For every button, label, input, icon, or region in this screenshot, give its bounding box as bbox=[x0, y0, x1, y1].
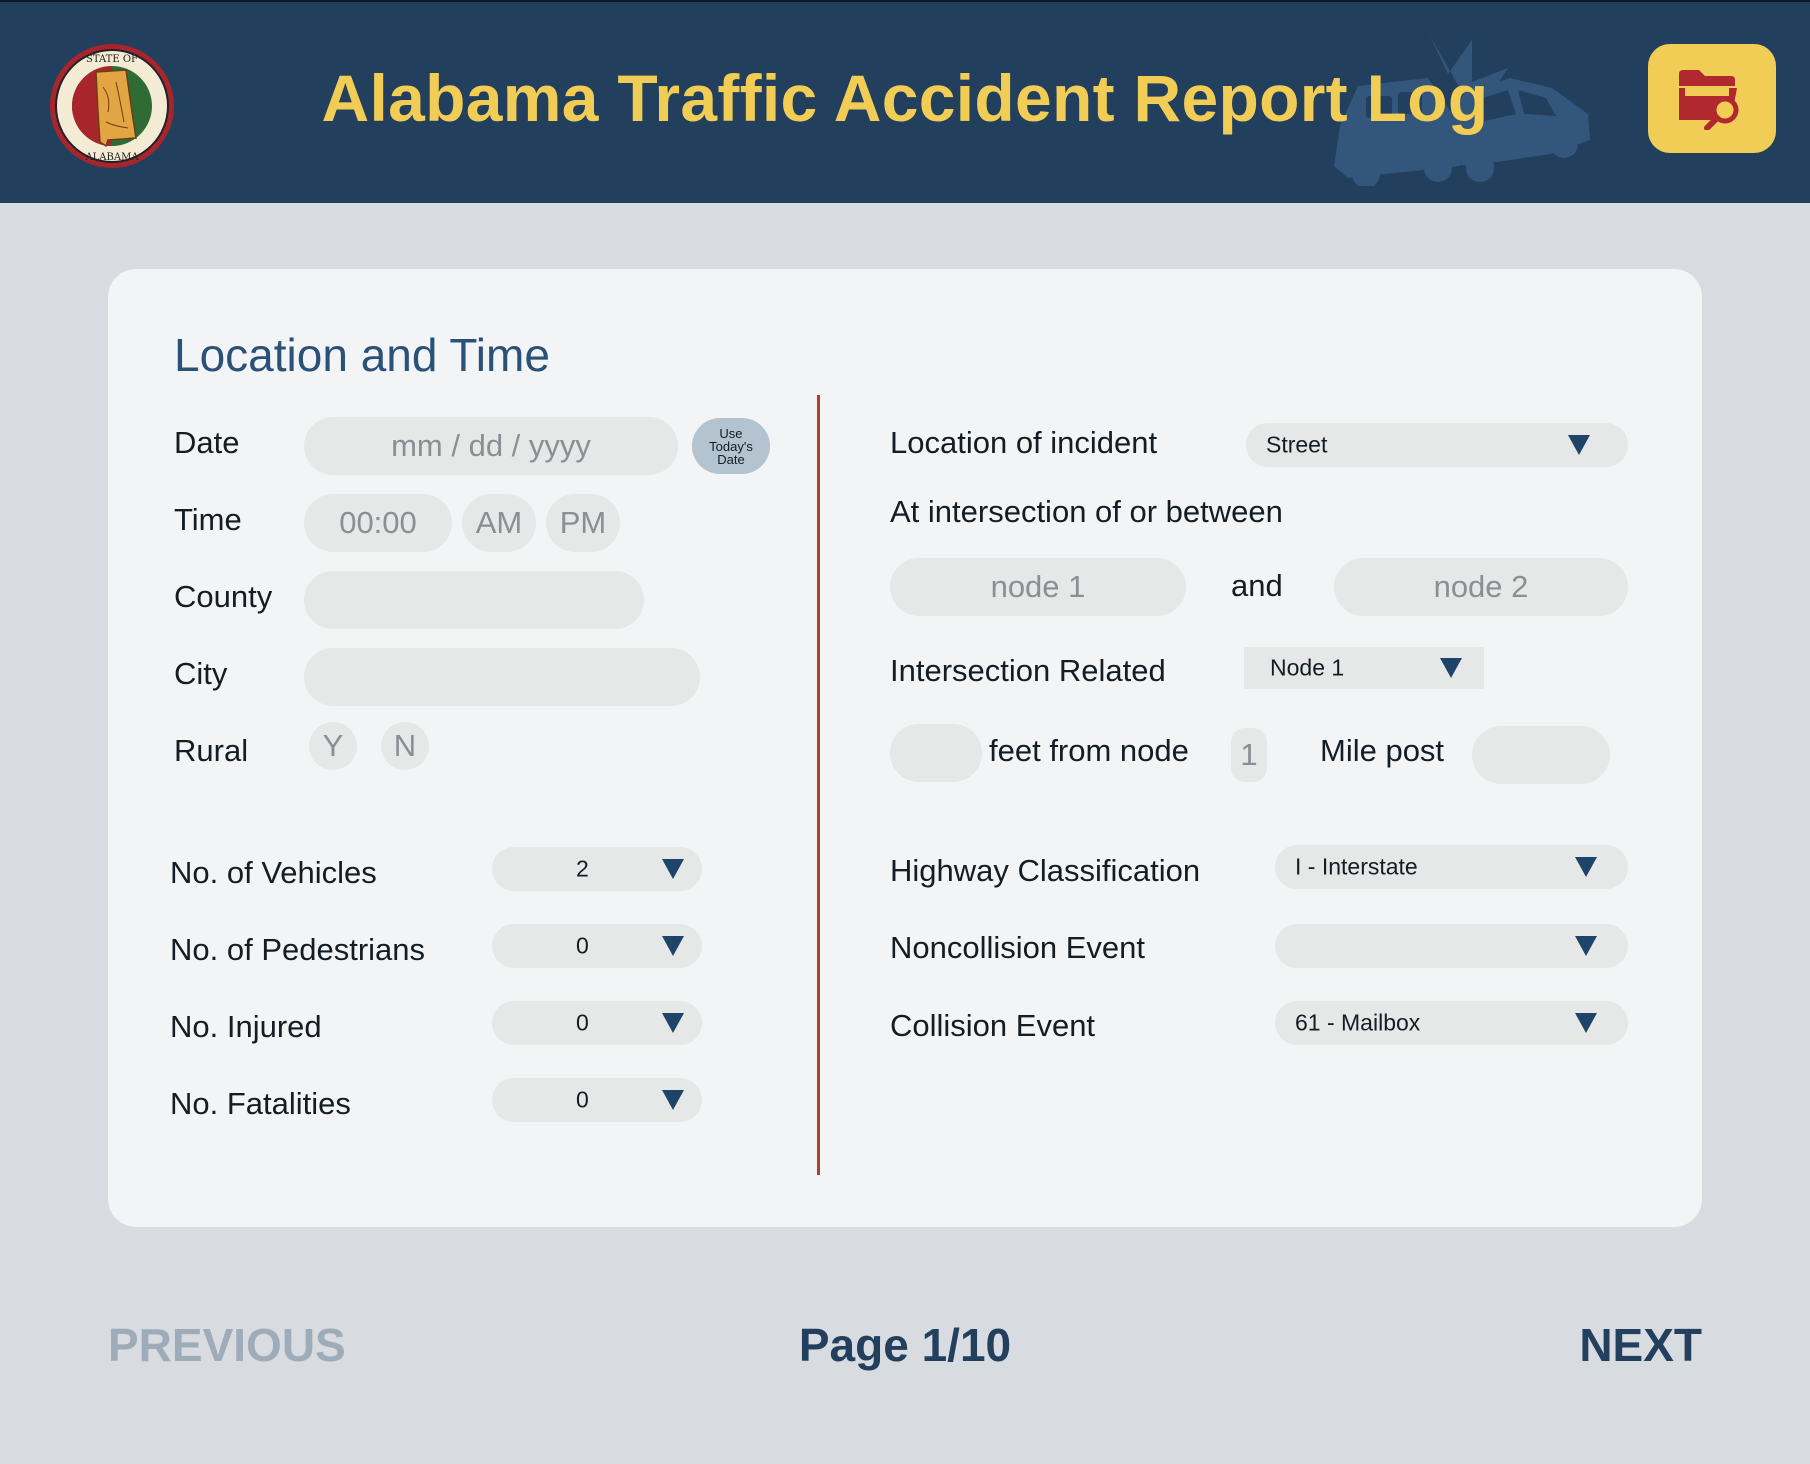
intersection-related-select[interactable]: Node 1 bbox=[1244, 647, 1484, 689]
previous-button[interactable]: PREVIOUS bbox=[108, 1318, 346, 1372]
feet-input[interactable] bbox=[890, 724, 982, 782]
collision-select[interactable]: 61 - Mailbox bbox=[1275, 1001, 1628, 1045]
location-value: Street bbox=[1266, 431, 1328, 458]
city-input[interactable] bbox=[304, 648, 700, 706]
highway-classification-label: Highway Classification bbox=[890, 853, 1201, 888]
county-input[interactable] bbox=[304, 571, 644, 629]
today-button-line-2: Today's bbox=[709, 438, 753, 454]
chevron-down-icon bbox=[1575, 1013, 1597, 1033]
vehicles-label: No. of Vehicles bbox=[170, 855, 377, 890]
vehicles-select[interactable]: 2 bbox=[492, 847, 702, 891]
intersection-related-value: Node 1 bbox=[1270, 654, 1345, 681]
feet-from-node-label: feet from node bbox=[989, 733, 1189, 768]
highway-classification-select[interactable]: I - Interstate bbox=[1275, 845, 1628, 889]
mile-post-input[interactable] bbox=[1472, 726, 1610, 784]
intersection-heading: At intersection of or between bbox=[890, 494, 1283, 529]
noncollision-select[interactable] bbox=[1275, 924, 1628, 968]
rural-label: Rural bbox=[174, 733, 249, 768]
chevron-down-icon bbox=[662, 1013, 684, 1033]
pedestrians-select[interactable]: 0 bbox=[492, 924, 702, 968]
mile-post-label: Mile post bbox=[1320, 733, 1445, 768]
chevron-down-icon bbox=[1575, 936, 1597, 956]
noncollision-label: Noncollision Event bbox=[890, 930, 1146, 965]
date-label: Date bbox=[174, 425, 240, 460]
seal-text-bottom: ALABAMA bbox=[84, 152, 139, 163]
node-2-input[interactable]: node 2 bbox=[1334, 558, 1628, 616]
chevron-down-icon bbox=[662, 859, 684, 879]
pedestrians-value: 0 bbox=[576, 932, 589, 959]
county-label: County bbox=[174, 579, 273, 614]
chevron-down-icon bbox=[1568, 435, 1590, 455]
location-label: Location of incident bbox=[890, 425, 1158, 460]
and-label: and bbox=[1231, 568, 1283, 603]
pedestrians-label: No. of Pedestrians bbox=[170, 932, 426, 967]
chevron-down-icon bbox=[1440, 658, 1462, 678]
fatalities-select[interactable]: 0 bbox=[492, 1078, 702, 1122]
injured-label: No. Injured bbox=[170, 1009, 322, 1044]
next-button[interactable]: NEXT bbox=[1579, 1318, 1702, 1372]
chevron-down-icon bbox=[662, 1090, 684, 1110]
fatalities-label: No. Fatalities bbox=[170, 1086, 351, 1121]
time-label: Time bbox=[174, 502, 242, 537]
app-header: STATE OF ALABAMA Alabama Traffic Acciden… bbox=[0, 0, 1810, 203]
city-label: City bbox=[174, 656, 228, 691]
rural-yes-toggle[interactable]: Y bbox=[309, 722, 357, 770]
page-title: Alabama Traffic Accident Report Log bbox=[321, 61, 1489, 135]
chevron-down-icon bbox=[662, 936, 684, 956]
injured-select[interactable]: 0 bbox=[492, 1001, 702, 1045]
highway-classification-value: I - Interstate bbox=[1295, 853, 1418, 880]
section-title: Location and Time bbox=[174, 329, 550, 381]
use-todays-date-button[interactable]: Use Today's Date bbox=[692, 418, 770, 474]
fatalities-value: 0 bbox=[576, 1086, 589, 1113]
node-number-field[interactable]: 1 bbox=[1231, 728, 1267, 782]
injured-value: 0 bbox=[576, 1009, 589, 1036]
collision-label: Collision Event bbox=[890, 1008, 1096, 1043]
location-select[interactable]: Street bbox=[1246, 423, 1628, 467]
am-toggle[interactable]: AM bbox=[462, 494, 536, 552]
intersection-related-label: Intersection Related bbox=[890, 653, 1166, 688]
rural-no-toggle[interactable]: N bbox=[381, 722, 429, 770]
time-input[interactable]: 00:00 bbox=[304, 494, 452, 552]
today-button-line-3: Date bbox=[717, 451, 745, 467]
search-reports-button[interactable] bbox=[1648, 44, 1776, 153]
collision-value: 61 - Mailbox bbox=[1295, 1009, 1421, 1036]
node-1-input[interactable]: node 1 bbox=[890, 558, 1186, 616]
vehicles-value: 2 bbox=[576, 855, 589, 882]
pm-toggle[interactable]: PM bbox=[546, 494, 620, 552]
chevron-down-icon bbox=[1575, 857, 1597, 877]
folder-search-icon bbox=[1679, 69, 1739, 130]
date-input[interactable]: mm / dd / yyyy bbox=[304, 417, 678, 475]
today-button-line-1: Use bbox=[719, 425, 743, 441]
column-divider bbox=[817, 395, 820, 1175]
